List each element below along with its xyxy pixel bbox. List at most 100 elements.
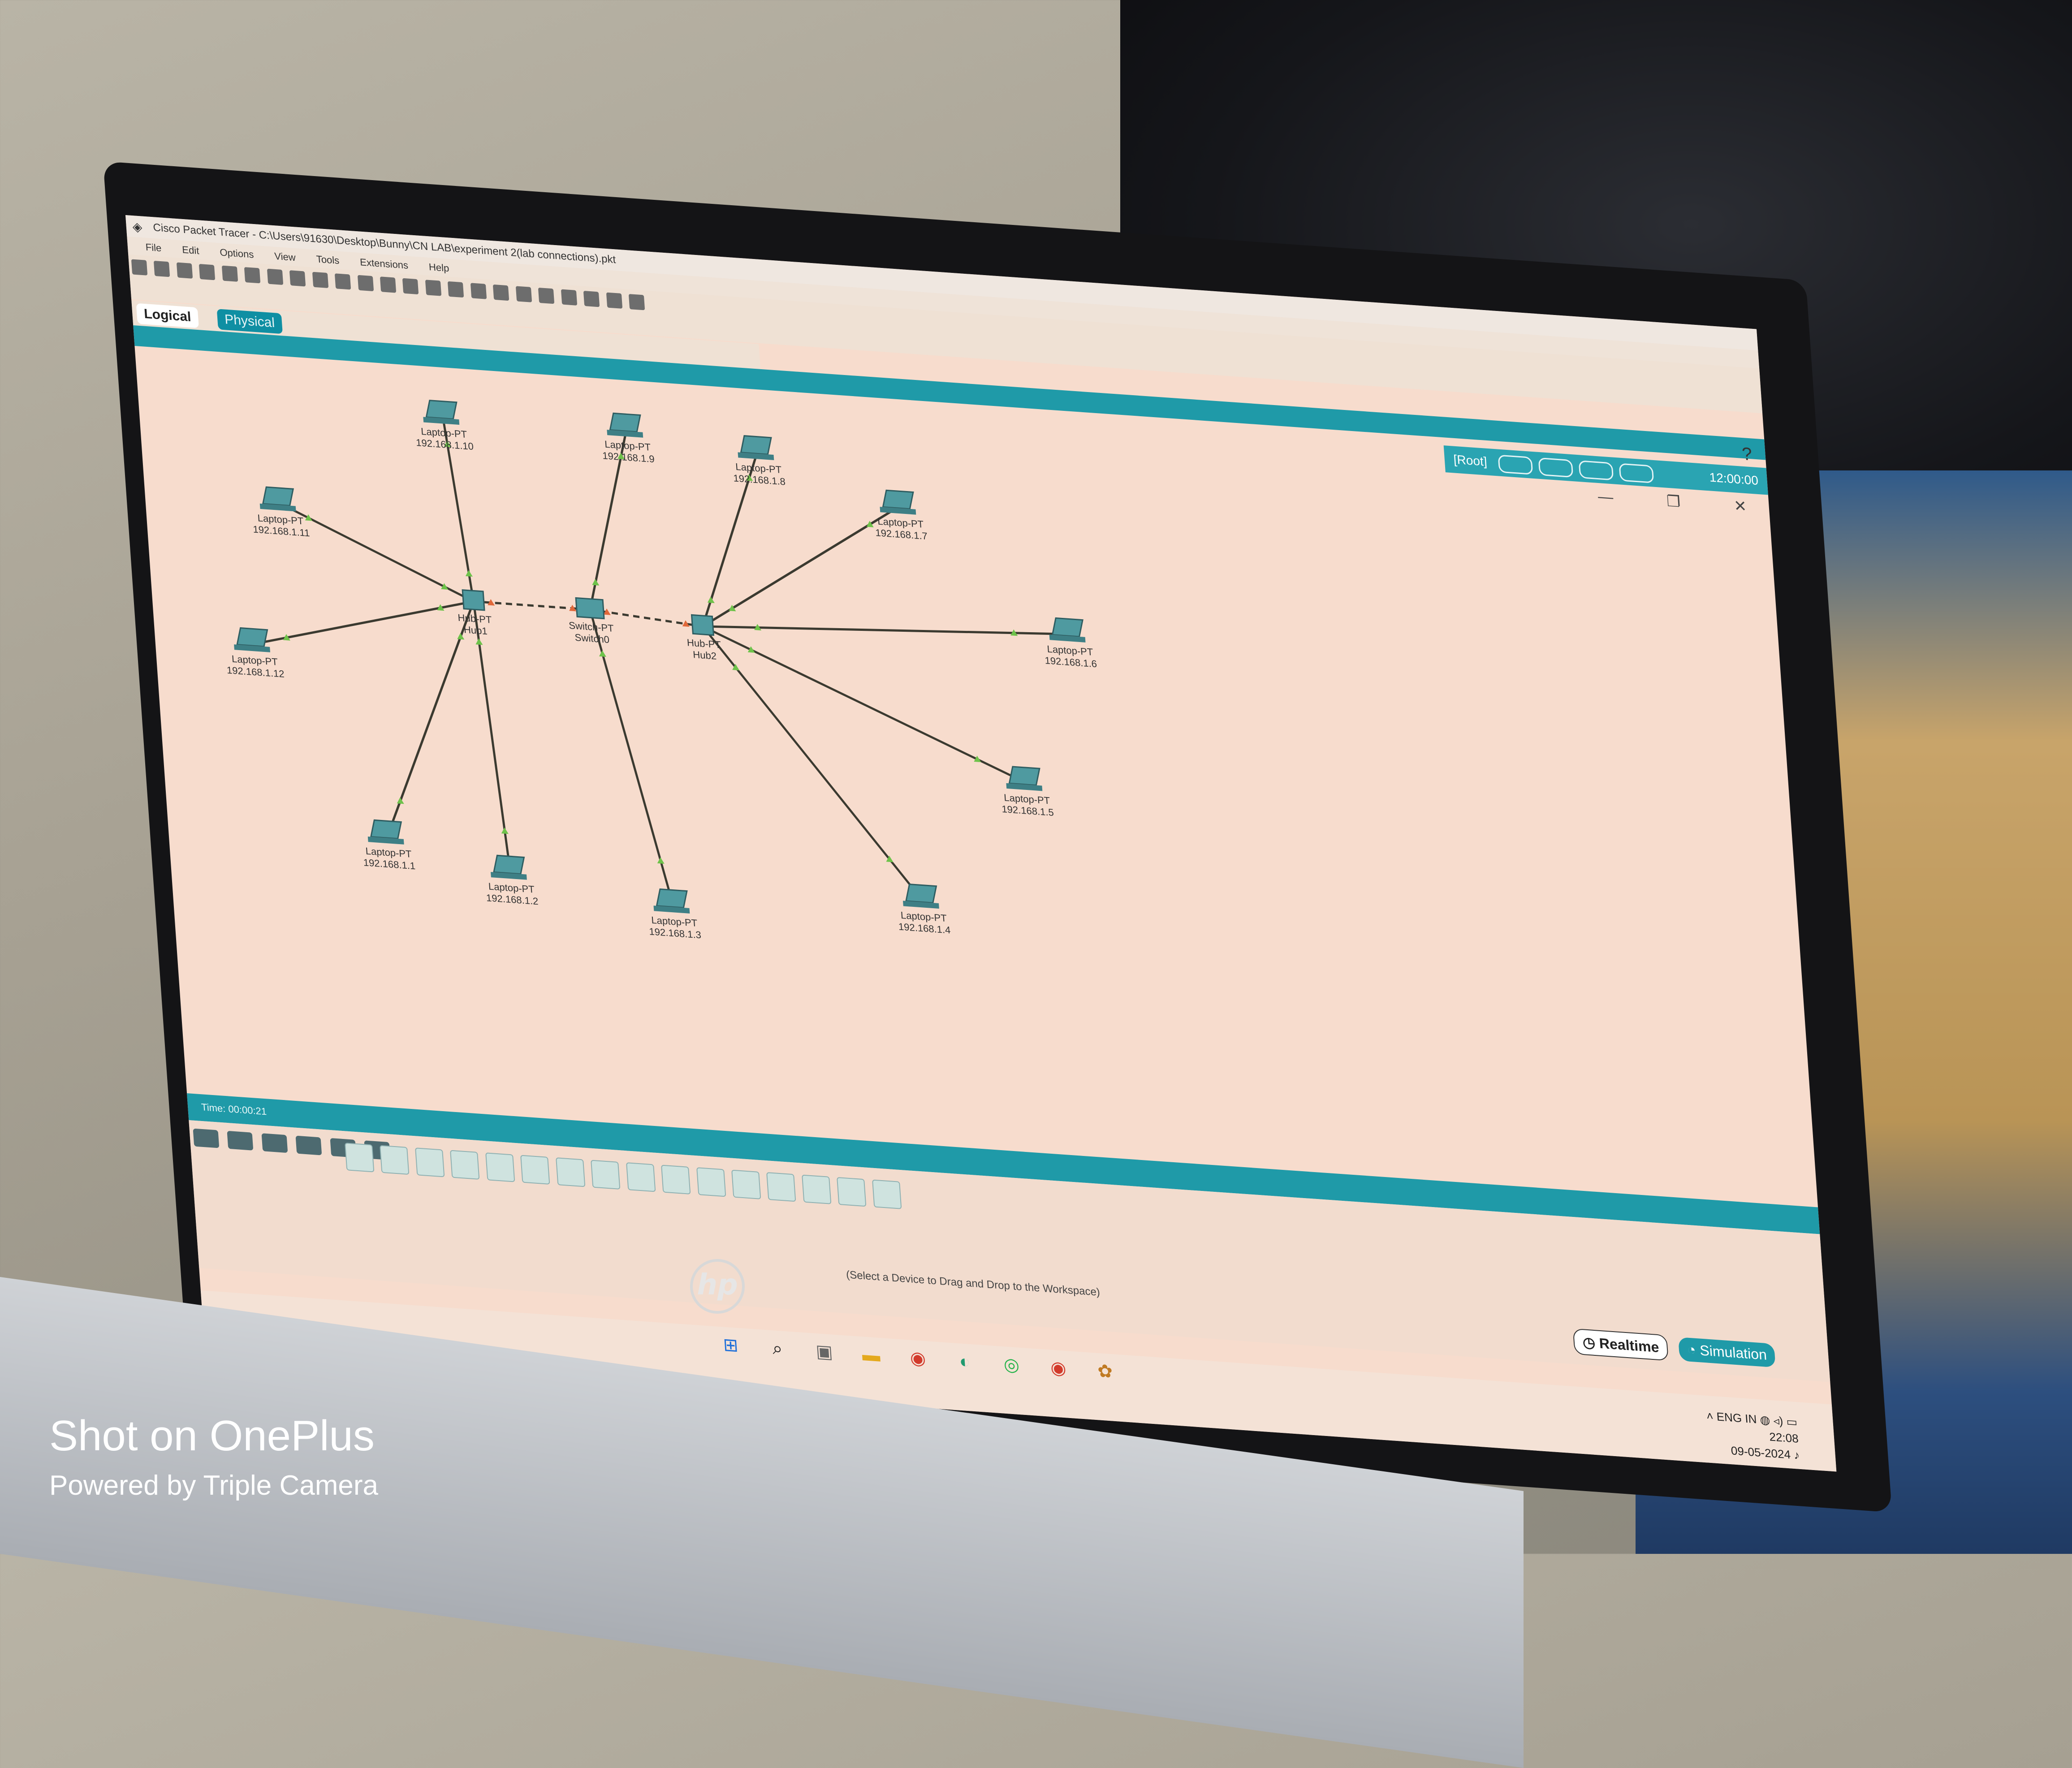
file-explorer-icon[interactable]: ▬ bbox=[858, 1341, 885, 1368]
device-tile[interactable] bbox=[801, 1174, 832, 1204]
battery-icon[interactable]: ▭ bbox=[1786, 1414, 1798, 1429]
laptop-device[interactable]: Laptop-PT192.168.1.9 bbox=[600, 412, 655, 465]
watermark-line2: Powered by Triple Camera bbox=[49, 1470, 378, 1501]
palette-icon[interactable] bbox=[402, 278, 419, 295]
zoom-in-icon[interactable] bbox=[334, 273, 351, 290]
category-components[interactable] bbox=[261, 1133, 288, 1153]
language-indicator[interactable]: ENG IN bbox=[1716, 1410, 1757, 1426]
category-connections[interactable] bbox=[295, 1135, 322, 1156]
device-tile[interactable] bbox=[872, 1179, 902, 1209]
task-view-icon[interactable]: ▣ bbox=[811, 1338, 838, 1365]
search-icon[interactable]: ⌕ bbox=[764, 1335, 791, 1362]
menu-help[interactable]: Help bbox=[428, 261, 449, 274]
menu-extensions[interactable]: Extensions bbox=[359, 256, 408, 272]
notification-bell-icon[interactable]: ♪ bbox=[1793, 1448, 1800, 1462]
laptop-device[interactable]: Laptop-PT192.168.1.1 bbox=[360, 819, 416, 871]
save-icon[interactable] bbox=[176, 262, 193, 279]
laptop-device[interactable]: Laptop-PT192.168.1.7 bbox=[872, 489, 928, 542]
link-status-indicator bbox=[501, 827, 509, 834]
laptop-device[interactable]: Laptop-PT192.168.1.6 bbox=[1042, 617, 1097, 669]
copy-icon[interactable] bbox=[244, 267, 261, 284]
hub-icon bbox=[462, 589, 485, 611]
simple-pdu-icon[interactable] bbox=[606, 292, 622, 309]
paste-icon[interactable] bbox=[267, 268, 283, 285]
device-tile[interactable] bbox=[380, 1145, 410, 1175]
laptop-device[interactable]: Laptop-PT192.168.1.2 bbox=[483, 854, 539, 907]
laptop-icon bbox=[1051, 617, 1083, 638]
hub-icon bbox=[691, 614, 715, 636]
menu-options[interactable]: Options bbox=[220, 246, 255, 260]
laptop-device[interactable]: Laptop-PT192.168.1.12 bbox=[224, 627, 285, 680]
print-icon[interactable] bbox=[199, 264, 216, 280]
draw-ellipse-icon[interactable] bbox=[561, 289, 577, 306]
device-tile[interactable] bbox=[766, 1172, 796, 1202]
device-tile[interactable] bbox=[626, 1162, 656, 1192]
new-file-icon[interactable] bbox=[131, 259, 148, 276]
switch-icon bbox=[575, 597, 605, 620]
delete-icon[interactable] bbox=[493, 284, 509, 301]
device-tile[interactable] bbox=[555, 1157, 586, 1187]
device-tile[interactable] bbox=[661, 1164, 691, 1194]
show-hidden-icons[interactable]: ˄ bbox=[1706, 1409, 1717, 1423]
menu-edit[interactable]: Edit bbox=[181, 244, 199, 257]
device-tile[interactable] bbox=[485, 1152, 515, 1182]
inspect-icon[interactable] bbox=[470, 283, 487, 299]
hub-device[interactable]: Hub-PTHub1 bbox=[456, 589, 493, 637]
switch-device[interactable]: Switch-PTSwitch0 bbox=[567, 597, 615, 646]
undo-icon[interactable] bbox=[289, 270, 306, 287]
device-name-label: Switch0 bbox=[574, 632, 610, 645]
redo-icon[interactable] bbox=[312, 272, 328, 289]
laptop-icon bbox=[609, 412, 641, 433]
laptop-device[interactable]: Laptop-PT192.168.1.8 bbox=[730, 435, 786, 487]
zoom-reset-icon[interactable] bbox=[357, 275, 374, 292]
laptop-device[interactable]: Laptop-PT192.168.1.11 bbox=[250, 486, 310, 539]
tab-physical[interactable]: Physical bbox=[216, 309, 283, 334]
device-name-label: Hub2 bbox=[693, 649, 717, 662]
select-icon[interactable] bbox=[448, 281, 464, 298]
whatsapp-icon[interactable]: ◎ bbox=[998, 1351, 1025, 1378]
laptop-icon bbox=[905, 884, 937, 904]
device-tile[interactable] bbox=[345, 1143, 375, 1173]
device-tile[interactable] bbox=[450, 1150, 480, 1180]
laptop-screen: ◈ Cisco Packet Tracer - C:\Users\91630\D… bbox=[125, 215, 1837, 1472]
laptop-icon bbox=[882, 489, 914, 510]
hub-device[interactable]: Hub-PTHub2 bbox=[685, 614, 722, 662]
chrome-icon[interactable]: ◉ bbox=[904, 1345, 931, 1372]
category-end-devices[interactable] bbox=[227, 1130, 254, 1151]
custom-device-icon[interactable] bbox=[425, 280, 442, 296]
laptop-icon bbox=[425, 400, 458, 420]
device-type-label: Hub-PT bbox=[458, 612, 492, 625]
menu-file[interactable]: File bbox=[145, 241, 162, 254]
device-tile[interactable] bbox=[837, 1177, 867, 1207]
draw-line-icon[interactable] bbox=[515, 286, 532, 302]
clock-date: 09-05-2024 bbox=[1730, 1444, 1791, 1462]
link-status-indicator bbox=[465, 570, 473, 577]
menu-tools[interactable]: Tools bbox=[316, 253, 340, 267]
activity-wizard-icon[interactable] bbox=[221, 265, 238, 282]
category-network-devices[interactable] bbox=[193, 1128, 220, 1148]
volume-icon[interactable]: ◃) bbox=[1773, 1414, 1783, 1428]
device-tile[interactable] bbox=[520, 1155, 550, 1185]
device-tile[interactable] bbox=[731, 1169, 761, 1199]
link-status-indicator bbox=[397, 797, 404, 804]
draw-rectangle-icon[interactable] bbox=[538, 287, 555, 304]
device-tile[interactable] bbox=[591, 1160, 621, 1190]
chrome-profile-icon[interactable]: ◉ bbox=[1045, 1355, 1072, 1382]
packet-tracer-taskbar-icon[interactable]: ✿ bbox=[1092, 1358, 1118, 1385]
laptop-icon bbox=[656, 888, 688, 909]
network-link bbox=[253, 600, 474, 645]
device-tile[interactable] bbox=[414, 1147, 445, 1177]
complex-pdu-icon[interactable] bbox=[628, 294, 645, 310]
tab-logical[interactable]: Logical bbox=[136, 303, 199, 328]
laptop-device[interactable]: Laptop-PT192.168.1.4 bbox=[895, 883, 951, 936]
edge-icon[interactable]: ◐ bbox=[951, 1348, 978, 1375]
logical-workspace[interactable]: Hub-PT Hub1 Switch-PT Switch0 Hub-PT Hub2 Lapt… bbox=[134, 346, 1801, 1220]
globe-icon[interactable]: ◍ bbox=[1759, 1413, 1770, 1427]
freeform-icon[interactable] bbox=[583, 290, 600, 307]
zoom-out-icon[interactable] bbox=[380, 276, 397, 293]
menu-view[interactable]: View bbox=[274, 250, 296, 263]
laptop-device[interactable]: Laptop-PT192.168.1.3 bbox=[646, 888, 702, 940]
device-tile[interactable] bbox=[696, 1167, 726, 1197]
open-file-icon[interactable] bbox=[154, 260, 170, 277]
windows-start-icon[interactable]: ⊞ bbox=[717, 1332, 744, 1359]
